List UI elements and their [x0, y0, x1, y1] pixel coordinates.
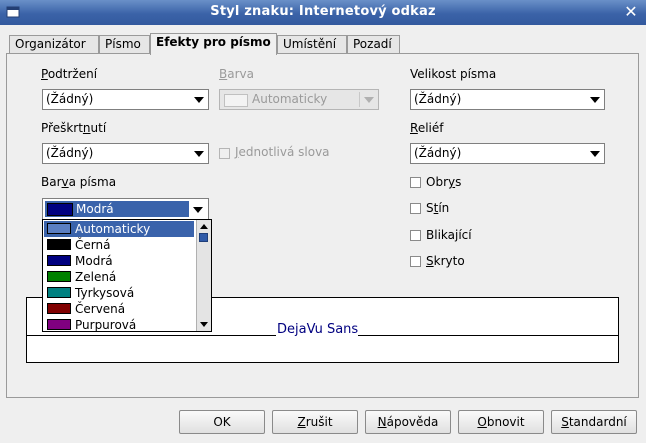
color-swatch	[47, 223, 71, 234]
shadow-label: Stín	[426, 201, 450, 215]
font-color-value: Modrá	[76, 202, 114, 216]
option-label: Automaticky	[75, 222, 151, 236]
color-label: Barva	[219, 67, 254, 81]
tab-efekty-pro-pismo[interactable]: Efekty pro písmo	[150, 33, 277, 55]
tab-umisteni[interactable]: Umístění	[277, 35, 347, 53]
ok-button[interactable]: OK	[179, 410, 265, 434]
blinking-checkbox[interactable]	[410, 230, 421, 241]
chevron-down-icon	[590, 97, 600, 103]
option-label: Tyrkysová	[75, 286, 135, 300]
strikeout-value: (Žádný)	[46, 146, 94, 160]
color-swatch	[47, 303, 71, 314]
hidden-label: Skryto	[426, 254, 465, 268]
relief-label: Reliéf	[410, 121, 444, 135]
color-option-tyrkysova[interactable]: Tyrkysová	[44, 285, 194, 301]
option-label: Zelená	[75, 270, 117, 284]
divider	[359, 92, 360, 107]
shadow-checkbox[interactable]	[410, 203, 421, 214]
color-option-automaticky[interactable]: Automaticky	[44, 221, 194, 237]
color-value: Automaticky	[252, 92, 328, 106]
relief-value: (Žádný)	[414, 146, 462, 160]
option-label: Červená	[75, 302, 126, 316]
option-label: Modrá	[75, 254, 113, 268]
chevron-down-icon	[194, 97, 204, 103]
underline-label: Podtržení	[41, 67, 98, 81]
tab-label: Efekty pro písmo	[156, 35, 271, 49]
color-option-cerna[interactable]: Černá	[44, 237, 194, 253]
option-label: Purpurová	[75, 318, 137, 332]
strikeout-label: Přeškrtnutí	[41, 121, 107, 135]
font-color-dropdown: Automaticky Černá Modrá Zelená Tyrkysová…	[42, 219, 212, 332]
effects-panel: Podtržení (Žádný) Přeškrtnutí (Žádný) Ba…	[6, 53, 639, 398]
underline-select[interactable]: (Žádný)	[42, 89, 209, 110]
tab-label: Organizátor	[15, 37, 86, 51]
color-swatch	[47, 203, 73, 216]
dropdown-scrollbar[interactable]	[196, 220, 211, 331]
scrollbar-thumb[interactable]	[199, 233, 208, 242]
color-swatch	[47, 255, 71, 266]
preview-text: DejaVu Sans	[276, 322, 359, 337]
standard-button[interactable]: Standardní	[551, 410, 637, 434]
dialog-window: Styl znaku: Internetový odkaz ✕ Organizá…	[0, 0, 646, 443]
fontsize-label: Velikost písma	[410, 67, 497, 81]
cancel-button[interactable]: Zrušit	[272, 410, 358, 434]
color-swatch	[47, 271, 71, 282]
window-title: Styl znaku: Internetový odkaz	[210, 4, 436, 19]
relief-select[interactable]: (Žádný)	[410, 143, 605, 164]
color-option-purpurova[interactable]: Purpurová	[44, 317, 194, 333]
fontsize-value: (Žádný)	[414, 92, 462, 106]
dropdown-button[interactable]	[189, 200, 207, 218]
color-swatch	[47, 239, 71, 250]
chevron-down-icon	[364, 97, 374, 103]
tab-organizator[interactable]: Organizátor	[9, 35, 99, 53]
font-color-label: Barva písma	[41, 175, 117, 189]
outline-label: Obrys	[426, 175, 462, 189]
color-select[interactable]: Automaticky	[219, 89, 379, 110]
color-option-cervena[interactable]: Červená	[44, 301, 194, 317]
color-swatch	[47, 287, 71, 298]
tab-label: Pozadí	[353, 37, 392, 51]
strikeout-select[interactable]: (Žádný)	[42, 143, 209, 164]
scroll-up-icon[interactable]	[200, 224, 208, 229]
fontsize-select[interactable]: (Žádný)	[410, 89, 605, 110]
chevron-down-icon	[194, 151, 204, 157]
reset-button[interactable]: Obnovit	[458, 410, 544, 434]
hidden-checkbox[interactable]	[410, 256, 421, 267]
title-bar: Styl znaku: Internetový odkaz ✕	[0, 0, 646, 25]
color-swatch	[47, 319, 71, 330]
font-color-current: Modrá	[45, 201, 189, 217]
blinking-label: Blikající	[426, 228, 472, 242]
individual-words-label: Jednotlivá slova	[235, 145, 330, 159]
tab-label: Písmo	[105, 37, 141, 51]
color-option-zelena[interactable]: Zelená	[44, 269, 194, 285]
color-option-modra[interactable]: Modrá	[44, 253, 194, 269]
close-icon[interactable]: ✕	[622, 3, 640, 21]
individual-words-checkbox[interactable]	[219, 148, 230, 159]
help-button[interactable]: Nápověda	[365, 410, 451, 434]
chevron-down-icon	[590, 151, 600, 157]
outline-checkbox[interactable]	[410, 177, 421, 188]
color-swatch	[224, 94, 248, 107]
font-color-select[interactable]: Modrá	[42, 198, 209, 220]
scroll-down-icon[interactable]	[200, 322, 208, 327]
tab-pozadi[interactable]: Pozadí	[347, 35, 400, 53]
tab-pismo[interactable]: Písmo	[99, 35, 150, 53]
option-label: Černá	[75, 238, 111, 252]
underline-value: (Žádný)	[46, 92, 94, 106]
tab-label: Umístění	[283, 37, 337, 51]
chevron-down-icon	[193, 207, 203, 213]
